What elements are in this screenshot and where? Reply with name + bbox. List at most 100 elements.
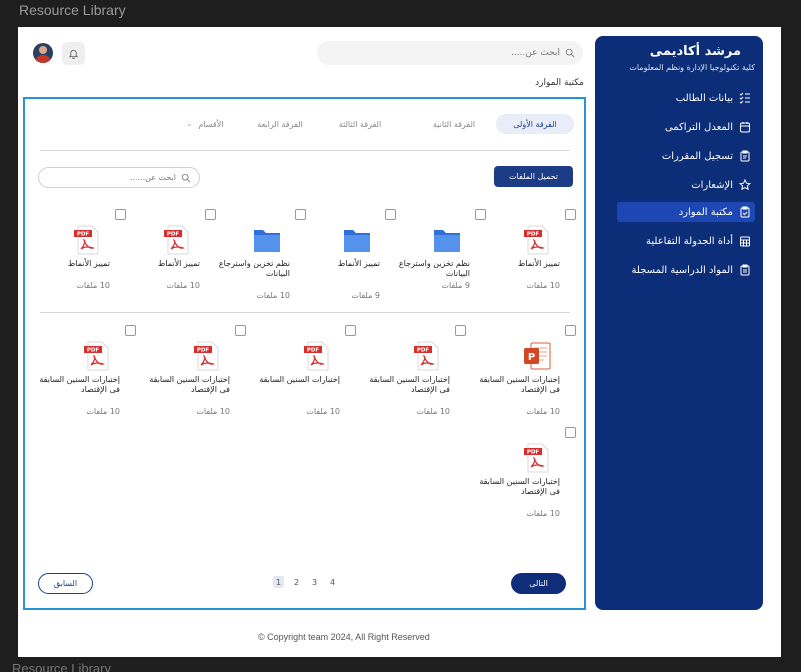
select-checkbox[interactable] [235, 325, 246, 336]
pdf-icon: PDF [194, 341, 219, 371]
file-name: تمييز الأنماط [337, 259, 380, 268]
tab-fourth-year[interactable]: الفرقة الرابعة [245, 114, 315, 134]
select-checkbox[interactable] [385, 209, 396, 220]
file-card[interactable]: PDF إختبارات السنين السابقة فى الإقتصاد 10… [369, 325, 466, 416]
page-1[interactable]: 1 [273, 576, 284, 588]
select-checkbox[interactable] [475, 209, 486, 220]
page-4[interactable]: 4 [327, 576, 338, 588]
file-count: 10 ملفات [526, 407, 560, 416]
file-count: 10 ملفات [76, 281, 110, 290]
select-checkbox[interactable] [565, 325, 576, 336]
sidebar-item-student-data[interactable]: بيانات الطالب [617, 88, 755, 108]
search-input[interactable] [360, 48, 560, 58]
clipboard-icon [740, 150, 750, 162]
file-count: 9 ملفات [441, 281, 470, 290]
calendar-grid-icon [740, 236, 750, 247]
select-checkbox[interactable] [565, 209, 576, 220]
notifications-button[interactable] [62, 42, 85, 65]
file-name: إختبارات السنين السابقة [259, 375, 340, 384]
files-search-bar [38, 167, 200, 188]
clipboard-icon [740, 264, 750, 276]
page-2[interactable]: 2 [291, 576, 302, 588]
file-card[interactable]: P إختبارات السنين السابقة فى الإقتصاد 10 م… [479, 325, 576, 416]
window-title: Resource Library [19, 2, 126, 18]
svg-text:PDF: PDF [197, 348, 210, 354]
breadcrumb: مكتبة الموارد [535, 78, 584, 88]
sidebar-title: مرشد أكاديمى [649, 44, 741, 59]
prev-button[interactable]: السابق [38, 573, 93, 594]
svg-text:PDF: PDF [417, 348, 430, 354]
sidebar-item-course-registration[interactable]: تسجيل المقررات [617, 146, 755, 166]
file-card[interactable]: نظم تخزين واسترجاع البيانات 10 ملفات [214, 209, 306, 300]
svg-text:P: P [528, 352, 535, 363]
sidebar-item-notifications[interactable]: الإشعارات [617, 175, 755, 195]
sidebar-item-label: مكتبة الموارد [678, 206, 733, 218]
divider [40, 150, 570, 151]
pdf-icon: PDF [524, 225, 549, 255]
file-card[interactable]: PDF تمييز الأنماط 10 ملفات [484, 209, 576, 299]
file-card[interactable]: PDF إختبارات السنين السابقة فى الإقتصاد 10… [39, 325, 136, 416]
tab-second-year[interactable]: الفرقة الثانية [419, 114, 489, 134]
pdf-icon: PDF [304, 341, 329, 371]
select-checkbox[interactable] [295, 209, 306, 220]
file-name: إختبارات السنين السابقة فى الإقتصاد [369, 375, 450, 394]
upload-files-button[interactable]: تحميل الملفات [494, 166, 573, 187]
sidebar: مرشد أكاديمى كلية تكنولوجيا الإدارة ونظم… [595, 36, 763, 610]
file-card[interactable]: PDF إختبارات السنين السابقة 10 ملفات [259, 325, 356, 416]
chevron-down-icon: ⌄ [186, 120, 193, 128]
sidebar-item-gpa[interactable]: المعدل التراكمى [617, 117, 755, 137]
file-name: تمييز الأنماط [157, 259, 200, 268]
select-checkbox[interactable] [115, 209, 126, 220]
list-check-icon [739, 92, 750, 104]
file-count: 10 ملفات [86, 407, 120, 416]
avatar[interactable] [33, 43, 53, 63]
tab-first-year[interactable]: الفرقة الأولى [496, 114, 574, 134]
divider [40, 312, 570, 313]
star-icon [739, 179, 751, 191]
files-search-input[interactable] [56, 173, 176, 182]
tab-label: الأقسام [198, 119, 224, 129]
file-card[interactable]: PDF إختبارات السنين السابقة فى الإقتصاد 10… [149, 325, 246, 416]
sidebar-item-label: بيانات الطالب [675, 92, 733, 104]
tab-departments[interactable]: الأقسام ⌄ [175, 114, 235, 134]
select-checkbox[interactable] [125, 325, 136, 336]
calendar-icon [740, 122, 750, 133]
file-card[interactable]: PDF تمييز الأنماط 10 ملفات [34, 209, 126, 299]
search-icon [565, 48, 575, 58]
file-card[interactable]: تمييز الأنماط 9 ملفات [304, 209, 396, 300]
file-name: إختبارات السنين السابقة فى الإقتصاد [479, 375, 560, 394]
file-name: إختبارات السنين السابقة فى الإقتصاد [39, 375, 120, 394]
copyright: © Copyright team 2024, All Right Reserve… [258, 632, 430, 642]
tab-third-year[interactable]: الفرقة الثالثة [325, 114, 395, 134]
file-card[interactable]: نظم تخزين واسترجاع البيانات 9 ملفات [394, 209, 486, 299]
file-count: 10 ملفات [166, 281, 200, 290]
folder-icon [254, 230, 280, 252]
page-3[interactable]: 3 [309, 576, 320, 588]
file-card[interactable]: PDF إختبارات السنين السابقة فى الإقتصاد 10… [479, 427, 576, 518]
select-checkbox[interactable] [205, 209, 216, 220]
select-checkbox[interactable] [345, 325, 356, 336]
file-count: 10 ملفات [306, 407, 340, 416]
sidebar-item-registered-courses[interactable]: المواد الدراسية المسجلة [617, 260, 755, 280]
sidebar-item-label: أداة الجدولة التفاعلية [646, 235, 733, 247]
pdf-icon: PDF [414, 341, 439, 371]
pdf-icon: PDF [74, 225, 99, 255]
select-checkbox[interactable] [565, 427, 576, 438]
select-checkbox[interactable] [455, 325, 466, 336]
next-button[interactable]: التالى [511, 573, 566, 594]
pdf-icon: PDF [164, 225, 189, 255]
bottom-window-title: Resource Library [12, 661, 111, 672]
folder-icon [434, 230, 460, 252]
file-name: إختبارات السنين السابقة فى الإقتصاد [149, 375, 230, 394]
folder-icon [344, 230, 370, 252]
file-count: 10 ملفات [416, 407, 450, 416]
search-bar [317, 41, 583, 65]
resource-panel: الفرقة الأولى الفرقة الثانية الفرقة الثا… [23, 97, 586, 610]
sidebar-item-scheduler[interactable]: أداة الجدولة التفاعلية [617, 231, 755, 251]
file-name: نظم تخزين واسترجاع البيانات [218, 259, 290, 278]
pagination: 1 2 3 4 [273, 576, 338, 588]
file-name: تمييز الأنماط [517, 259, 560, 268]
sidebar-item-resource-library[interactable]: مكتبة الموارد [617, 202, 755, 222]
file-card[interactable]: PDF تمييز الأنماط 10 ملفات [124, 209, 216, 299]
svg-text:PDF: PDF [167, 232, 180, 238]
